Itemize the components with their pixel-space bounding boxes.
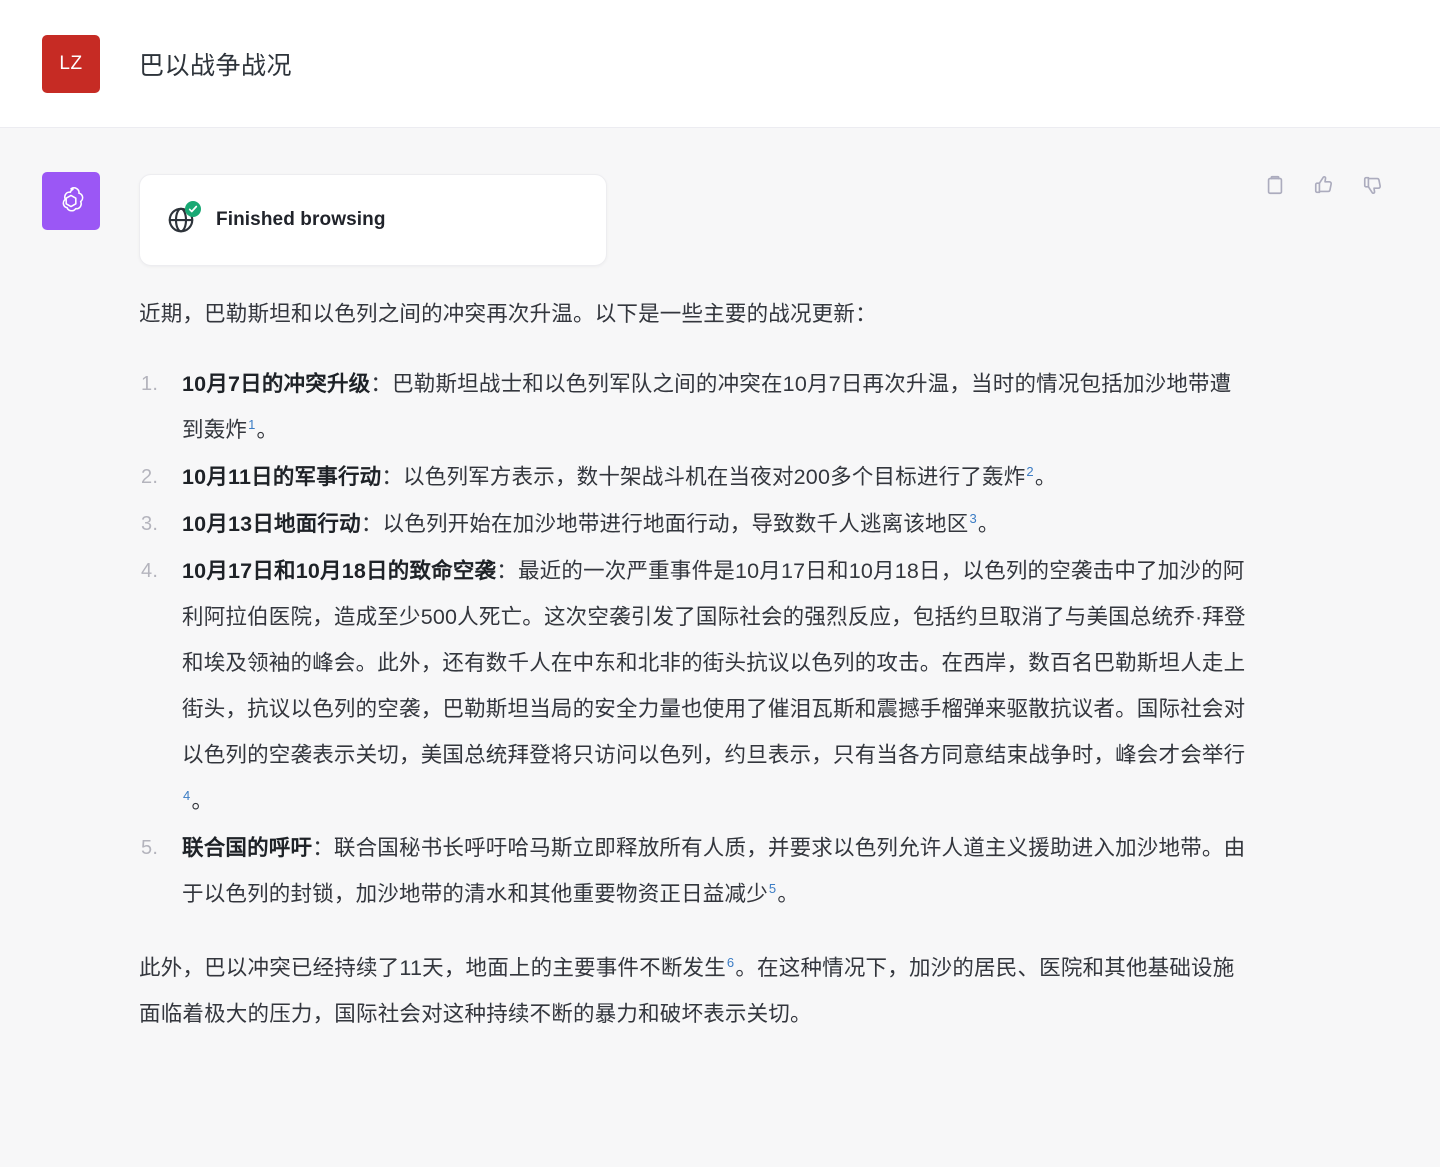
- assistant-avatar: [42, 172, 100, 230]
- page-title: 巴以战争战况: [139, 51, 293, 80]
- list-item-heading: 联合国的呼吁: [182, 836, 313, 860]
- thumbs-up-icon: [1314, 176, 1332, 194]
- list-item-separator: ：: [312, 836, 334, 860]
- list-item-heading: 10月17日和10月18日的致命空袭: [182, 559, 497, 583]
- list-item-tail: 。: [1034, 465, 1057, 489]
- assistant-response-text: 近期，巴勒斯坦和以色列之间的冲突再次升温。以下是一些主要的战况更新： 10月7日…: [139, 291, 1247, 1037]
- assistant-message: Finished browsing 近期，巴勒斯坦和以色列之间的冲突再次升温。以…: [0, 128, 1440, 1037]
- thumbs-up-button[interactable]: [1313, 174, 1335, 196]
- closing-paragraph: 此外，巴以冲突已经持续了11天，地面上的主要事件不断发生6。在这种情况下，加沙的…: [139, 945, 1247, 1037]
- intro-paragraph: 近期，巴勒斯坦和以色列之间的冲突再次升温。以下是一些主要的战况更新：: [139, 302, 877, 326]
- conversation-header: LZ 巴以战争战况: [0, 0, 1440, 128]
- list-item-body: 以色列开始在加沙地带进行地面行动，导致数千人逃离该地区: [382, 512, 969, 536]
- list-item-body: 最近的一次严重事件是10月17日和10月18日，以色列的空袭击中了加沙的阿利阿拉…: [182, 559, 1246, 767]
- citation-link[interactable]: 5: [768, 881, 777, 896]
- thumbs-down-button[interactable]: [1362, 174, 1384, 196]
- thumbs-down-icon: [1363, 176, 1381, 194]
- list-item-tail: 。: [977, 512, 1000, 536]
- list-item: 10月11日的军事行动：以色列军方表示，数十架战斗机在当夜对200多个目标进行了…: [139, 454, 1247, 500]
- list-item: 10月13日地面行动：以色列开始在加沙地带进行地面行动，导致数千人逃离该地区3。: [139, 501, 1247, 547]
- user-avatar: LZ: [42, 34, 100, 93]
- list-item-tail: 。: [256, 418, 279, 442]
- message-content: Finished browsing 近期，巴勒斯坦和以色列之间的冲突再次升温。以…: [139, 172, 1247, 1037]
- updates-list: 10月7日的冲突升级：巴勒斯坦战士和以色列军队之间的冲突在10月7日再次升温，当…: [139, 361, 1247, 917]
- list-item-tail: 。: [777, 882, 800, 906]
- copy-button[interactable]: [1264, 174, 1286, 196]
- check-circle-icon: [185, 201, 201, 217]
- citation-link[interactable]: 2: [1025, 464, 1034, 479]
- citation-link[interactable]: 3: [968, 511, 977, 526]
- list-item-separator: ：: [370, 372, 393, 396]
- list-item-heading: 10月13日地面行动: [182, 512, 361, 536]
- list-item-separator: ：: [496, 559, 518, 583]
- closing-part-1: 此外，巴以冲突已经持续了11天，地面上的主要事件不断发生: [139, 956, 726, 980]
- list-item-heading: 10月7日的冲突升级: [182, 372, 371, 396]
- openai-logo-icon: [54, 184, 88, 218]
- list-item-body: 联合国秘书长呼吁哈马斯立即释放所有人质，并要求以色列允许人道主义援助进入加沙地带…: [182, 836, 1246, 906]
- clipboard-icon: [1267, 175, 1283, 195]
- browsing-status-card[interactable]: Finished browsing: [139, 174, 607, 266]
- message-action-bar: [1264, 174, 1384, 196]
- globe-icon-wrapper: [166, 201, 201, 235]
- list-item: 10月7日的冲突升级：巴勒斯坦战士和以色列军队之间的冲突在10月7日再次升温，当…: [139, 361, 1247, 453]
- list-item: 联合国的呼吁：联合国秘书长呼吁哈马斯立即释放所有人质，并要求以色列允许人道主义援…: [139, 825, 1247, 917]
- list-item-body: 以色列军方表示，数十架战斗机在当夜对200多个目标进行了轰炸: [403, 465, 1026, 489]
- list-item: 10月17日和10月18日的致命空袭：最近的一次严重事件是10月17日和10月1…: [139, 548, 1247, 824]
- citation-link[interactable]: 1: [247, 417, 256, 432]
- list-item-separator: ：: [360, 512, 383, 536]
- browsing-status-label: Finished browsing: [216, 209, 386, 230]
- list-item-heading: 10月11日的军事行动: [182, 465, 382, 489]
- list-item-separator: ：: [381, 465, 404, 489]
- user-initials: LZ: [59, 52, 83, 74]
- citation-link[interactable]: 6: [726, 955, 735, 970]
- list-item-tail: 。: [191, 789, 214, 813]
